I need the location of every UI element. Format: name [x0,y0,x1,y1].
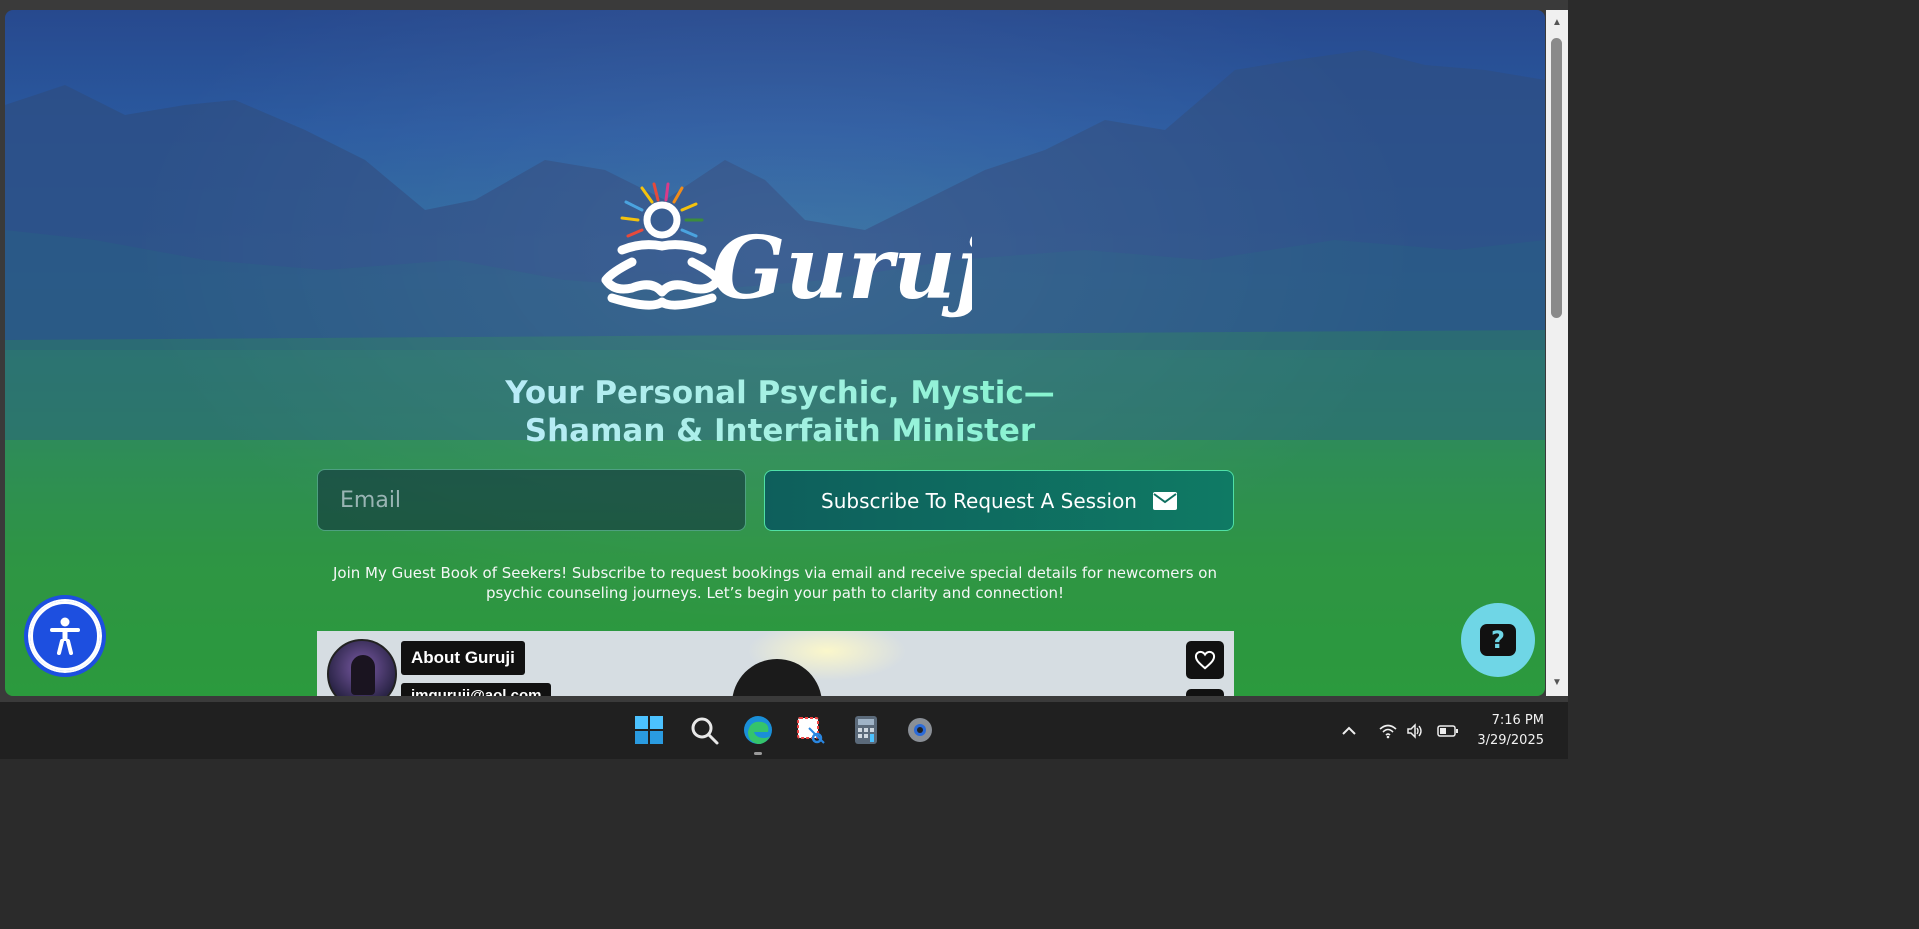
scroll-down-arrow-icon[interactable]: ▼ [1546,674,1568,692]
accessibility-person-icon [50,617,80,655]
volume-icon[interactable] [1406,723,1424,739]
edge-browser-icon[interactable] [742,714,774,746]
channel-email-label[interactable]: jmguruji@aol.com [401,683,552,696]
help-chat-button[interactable]: ? [1461,603,1535,677]
like-button[interactable] [1186,641,1224,679]
clock-date[interactable]: 3/29/2025 [1454,733,1544,748]
calculator-icon[interactable] [850,714,882,746]
page-viewport: Guruji Your Personal Psychic, Mystic— Sh… [5,10,1545,696]
snipping-tool-icon[interactable] [795,714,827,746]
chevron-up-icon[interactable] [1340,723,1358,739]
scrollbar-thumb[interactable] [1551,38,1562,318]
join-guestbook-text: Join My Guest Book of Seekers! Subscribe… [333,564,1217,602]
about-guruji-title[interactable]: About Guruji [401,641,525,675]
logo-wordmark: Guruji [712,218,972,319]
active-app-indicator [754,752,762,755]
clock-time[interactable]: 7:16 PM [1454,713,1544,728]
windows-start-icon[interactable] [633,714,665,746]
guruji-logo: Guruji [601,182,972,319]
about-video-card[interactable]: About Guruji jmguruji@aol.com [317,631,1234,696]
envelope-icon [1152,491,1177,510]
headline-line-2: Shaman & Interfaith Minister [524,413,1036,449]
hero-headline: Your Personal Psychic, Mystic— Shaman & … [405,374,1155,450]
page-scrollbar[interactable]: ▲ ▼ [1546,10,1568,696]
share-button[interactable] [1186,689,1224,696]
sun-rays [620,182,704,238]
avatar-figure [351,655,375,695]
subscribe-button[interactable]: Subscribe To Request A Session [764,470,1234,531]
wifi-icon[interactable] [1379,723,1397,739]
accessibility-ring [30,601,100,671]
scroll-up-arrow-icon[interactable]: ▲ [1546,14,1568,32]
accessibility-button[interactable] [24,595,106,677]
windows-taskbar: 7:16 PM 3/29/2025 [0,702,1568,759]
headline-line-1: Your Personal Psychic, Mystic— [505,375,1055,411]
search-icon[interactable] [688,714,720,746]
heart-icon [1194,650,1216,670]
channel-avatar[interactable] [327,639,397,696]
settings-gear-icon[interactable] [904,714,936,746]
subscribe-button-label: Subscribe To Request A Session [821,488,1137,513]
email-input[interactable] [317,469,746,531]
question-mark-icon: ? [1480,624,1516,656]
